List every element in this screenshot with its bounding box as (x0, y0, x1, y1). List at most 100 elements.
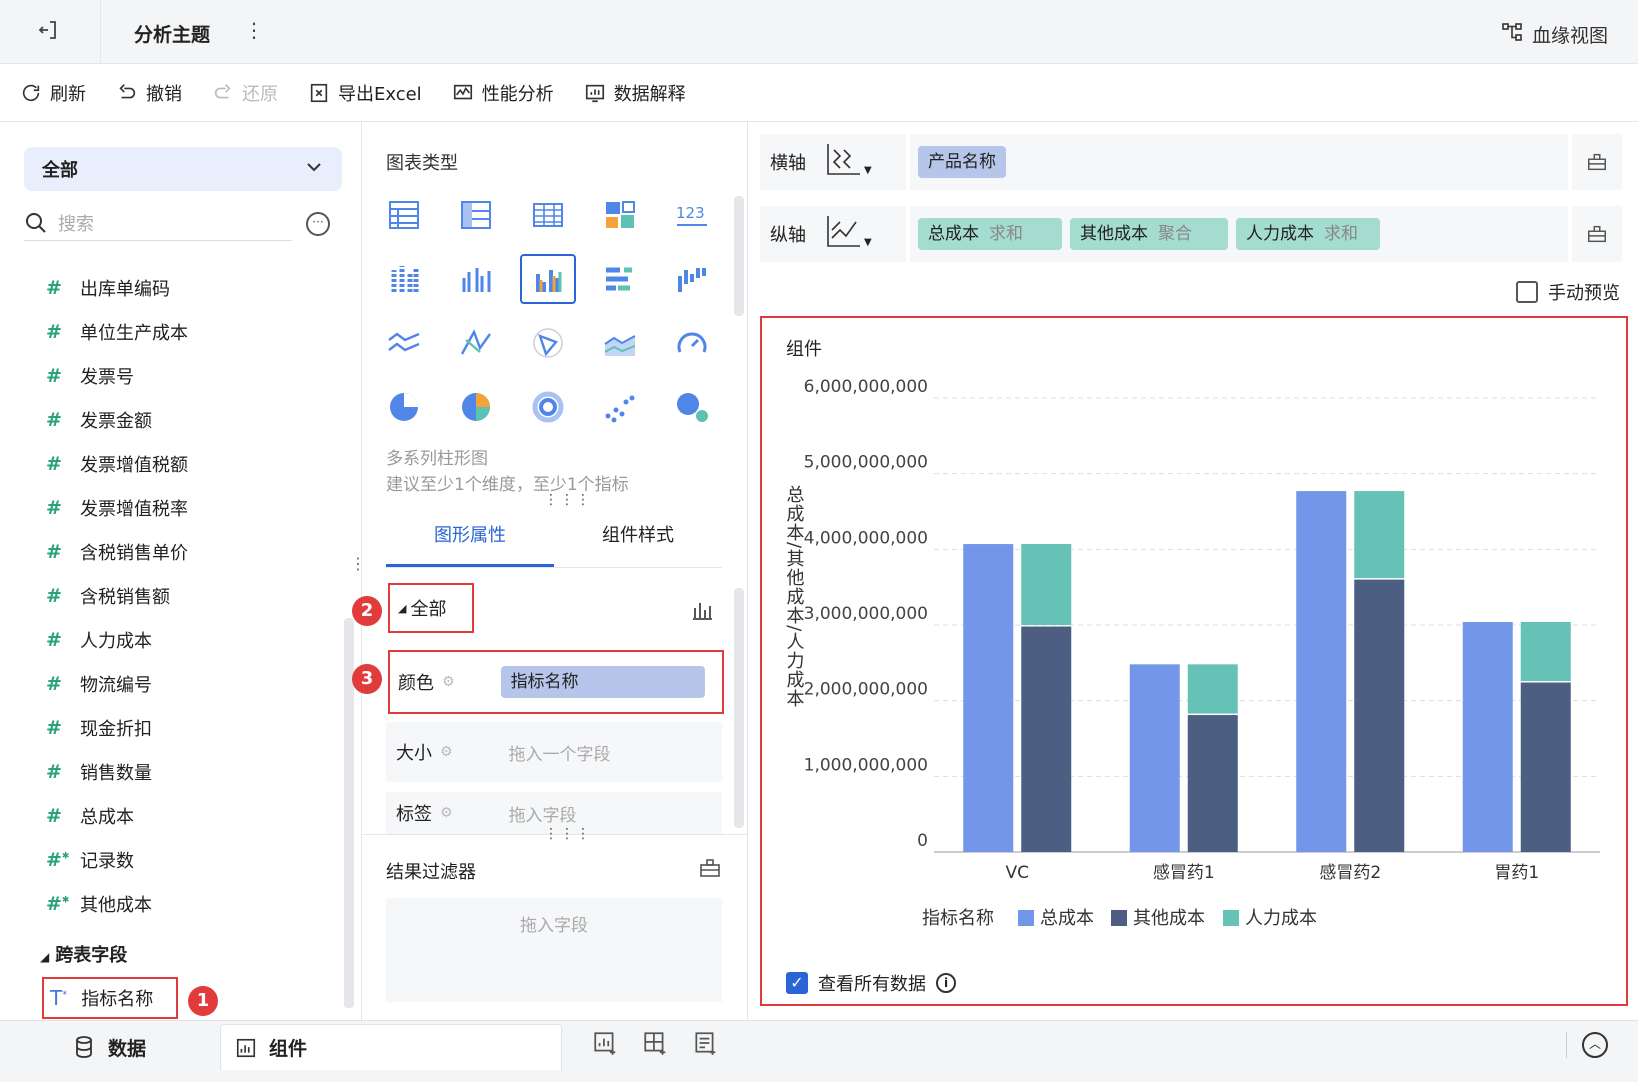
resize-handle[interactable]: ⋮⋮⋮ (544, 826, 592, 842)
data-explain-button[interactable]: 数据解释 (584, 80, 686, 106)
scatter-icon[interactable] (592, 382, 648, 432)
filter-dropzone[interactable]: 拖入字段 (386, 898, 722, 1002)
cross-table-icon[interactable] (520, 190, 576, 240)
more-options-icon[interactable]: ··· (306, 212, 330, 236)
axis-settings-icon[interactable] (1568, 134, 1622, 190)
add-dashboard-icon[interactable] (642, 1030, 672, 1060)
refresh-button[interactable]: 刷新 (20, 80, 86, 106)
undo-button[interactable]: 撤销 (116, 80, 182, 106)
lineage-view-button[interactable]: 血缘视图 (1500, 20, 1608, 49)
gear-icon[interactable]: ⚙ (442, 674, 455, 690)
tab-graph-properties[interactable]: 图形属性 (386, 506, 554, 567)
field-item[interactable]: # 含税销售单价 (46, 530, 336, 574)
axis-settings-icon[interactable] (1568, 206, 1622, 262)
y-field-name: 人力成本 (1246, 224, 1314, 244)
cross-field-item[interactable]: T* 指标名称 (42, 977, 178, 1019)
group-bar-icon[interactable] (448, 254, 504, 304)
radar-line-icon[interactable] (448, 318, 504, 368)
legend-label: 总成本 (1040, 908, 1094, 929)
size-property-row[interactable]: 大小 ⚙ 拖入一个字段 (386, 722, 722, 782)
tab-component[interactable]: 组件 (220, 1024, 562, 1070)
donut-icon[interactable] (520, 382, 576, 432)
field-item[interactable]: # 发票增值税额 (46, 442, 336, 486)
exit-icon[interactable] (36, 18, 64, 46)
property-scrollbar[interactable] (734, 588, 744, 828)
field-item[interactable]: # 物流编号 (46, 662, 336, 706)
field-item[interactable]: # 出库单编码 (46, 266, 336, 310)
more-vertical-icon[interactable]: ⋮ (244, 18, 264, 42)
y-field-pill[interactable]: 其他成本 聚合 (1070, 218, 1228, 250)
tab-component-style[interactable]: 组件样式 (554, 506, 722, 567)
scope-select[interactable]: 全部 (24, 147, 342, 191)
search-field[interactable]: 搜索 (24, 205, 292, 241)
redo-button[interactable]: 还原 (212, 80, 278, 106)
field-item[interactable]: # 总成本 (46, 794, 336, 838)
color-property-row[interactable]: 颜色 ⚙ 指标名称 (388, 650, 724, 714)
field-item[interactable]: # 发票增值税率 (46, 486, 336, 530)
table-icon[interactable] (376, 190, 432, 240)
performance-button[interactable]: 性能分析 (452, 80, 554, 106)
chart-type-name: 多系列柱形图 (386, 449, 488, 469)
all-series-toggle[interactable]: ◢ 全部 (388, 583, 474, 633)
y-field-pill[interactable]: 总成本 求和 (918, 218, 1062, 250)
pie-icon[interactable] (376, 382, 432, 432)
add-chart-icon[interactable] (592, 1030, 622, 1060)
x-axis-type-icon[interactable] (822, 142, 862, 183)
collapse-up-icon[interactable]: ︿ (1582, 1032, 1608, 1058)
field-item[interactable]: # 含税销售额 (46, 574, 336, 618)
grouped-dot-bar-icon[interactable] (376, 254, 432, 304)
chart-type-scrollbar[interactable] (734, 196, 744, 316)
manual-preview-checkbox[interactable] (1516, 281, 1538, 303)
tab-data[interactable]: 数据 (72, 1024, 146, 1070)
field-item[interactable]: # 发票金额 (46, 398, 336, 442)
bar-labor-cost (1520, 621, 1571, 682)
field-item[interactable]: # 销售数量 (46, 750, 336, 794)
radar-icon[interactable] (520, 318, 576, 368)
bubble-icon[interactable] (664, 382, 720, 432)
y-axis-type-icon[interactable] (822, 214, 862, 255)
caret-icon[interactable]: ▼ (864, 165, 872, 176)
number-icon[interactable]: 123 (664, 190, 720, 240)
field-item[interactable]: #✱ 记录数 (46, 838, 336, 882)
bar-chart-icon[interactable] (690, 598, 714, 627)
field-item[interactable]: # 人力成本 (46, 618, 336, 662)
color-field-pill[interactable]: 指标名称 (500, 666, 705, 698)
field-item[interactable]: # 发票号 (46, 354, 336, 398)
bar-labor-cost (1021, 544, 1072, 626)
y-field-pill[interactable]: 人力成本 求和 (1236, 218, 1380, 250)
view-all-label: 查看所有数据 (818, 974, 926, 995)
multi-pie-icon[interactable] (448, 382, 504, 432)
field-label: 现金折扣 (80, 719, 152, 740)
legend-swatch (1111, 910, 1127, 926)
y-axis-title: 总成本/其他成本/人力成本 (784, 485, 805, 708)
field-label: 发票金额 (80, 411, 152, 432)
caret-icon[interactable]: ▼ (864, 237, 872, 248)
waterfall-icon[interactable] (664, 254, 720, 304)
manual-preview-toggle[interactable]: 手动预览 (1516, 279, 1620, 305)
multi-series-bar-icon[interactable] (520, 254, 576, 304)
gear-icon[interactable]: ⚙ (440, 744, 453, 760)
gauge-icon[interactable] (664, 318, 720, 368)
cross-table-section[interactable]: ◢ 跨表字段 (40, 941, 127, 967)
add-report-icon[interactable] (692, 1030, 722, 1060)
view-all-checkbox[interactable]: ✓ (786, 972, 808, 994)
export-excel-button[interactable]: 导出Excel (308, 80, 422, 106)
tag-dropzone[interactable]: 拖入字段 (509, 801, 577, 826)
search-input[interactable]: 搜索 (58, 210, 94, 236)
field-item[interactable]: # 单位生产成本 (46, 310, 336, 354)
area-icon[interactable] (592, 318, 648, 368)
size-dropzone[interactable]: 拖入一个字段 (509, 740, 611, 765)
group-table-icon[interactable] (448, 190, 504, 240)
field-item[interactable]: #✱ 其他成本 (46, 882, 336, 926)
redo-icon (214, 83, 231, 98)
line-icon[interactable] (376, 318, 432, 368)
filter-settings-icon[interactable] (698, 856, 722, 885)
view-all-data-toggle[interactable]: ✓ 查看所有数据 i (786, 970, 956, 996)
info-icon[interactable]: i (936, 973, 956, 993)
gear-icon[interactable]: ⚙ (440, 805, 453, 821)
x-field-pill[interactable]: 产品名称 (918, 146, 1006, 178)
x-tick-label: VC (1006, 863, 1030, 883)
horizontal-bar-icon[interactable] (592, 254, 648, 304)
field-item[interactable]: # 现金折扣 (46, 706, 336, 750)
kpi-card-icon[interactable] (592, 190, 648, 240)
